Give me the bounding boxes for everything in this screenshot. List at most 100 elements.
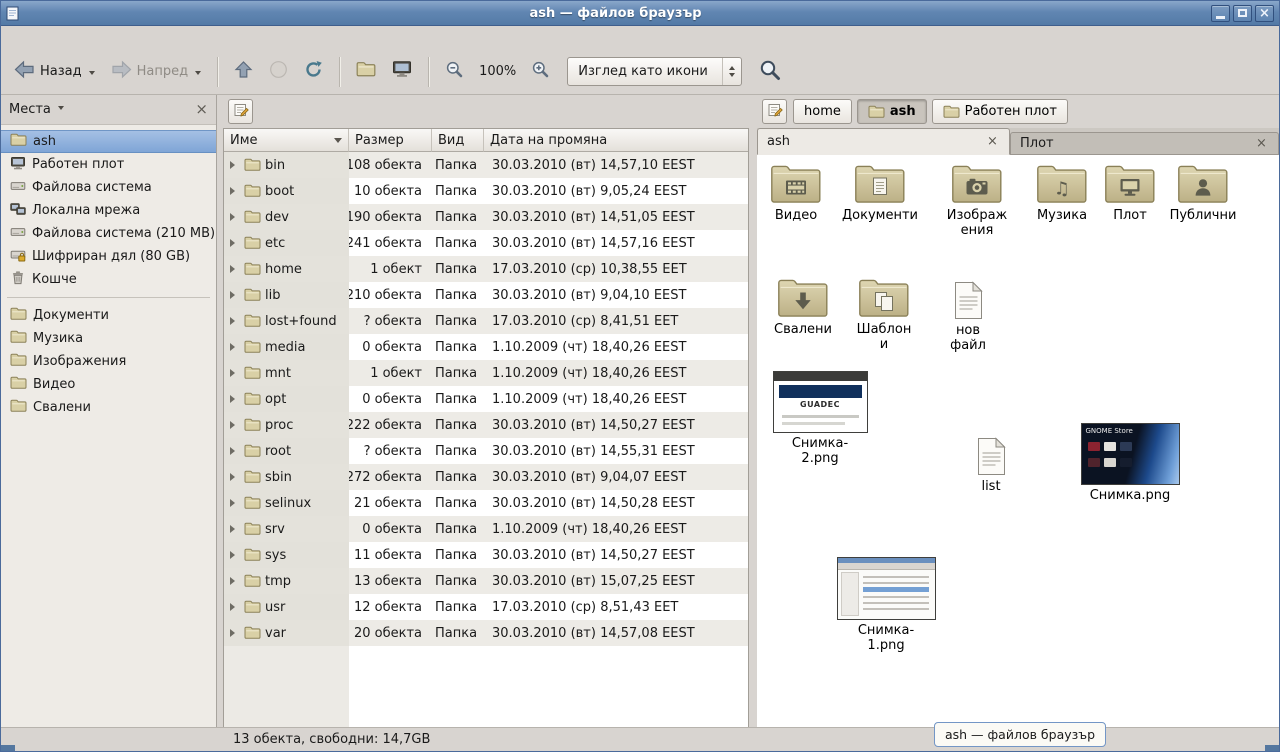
expander-icon[interactable] xyxy=(230,447,239,455)
places-selector[interactable]: Места xyxy=(9,102,64,117)
table-row[interactable]: root ? обекта Папка 30.03.2010 (вт) 14,5… xyxy=(224,438,748,464)
expander-icon[interactable] xyxy=(230,499,239,507)
resize-grip[interactable] xyxy=(1,745,15,751)
sidebar-close-button[interactable]: × xyxy=(195,102,208,117)
sidebar-item[interactable]: Музика xyxy=(1,327,216,350)
table-row[interactable]: tmp 13 обекта Папка 30.03.2010 (вт) 15,0… xyxy=(224,568,748,594)
sidebar-item[interactable]: Локална мрежа xyxy=(1,199,216,222)
menu-item[interactable] xyxy=(59,35,77,41)
table-row[interactable]: mnt 1 обект Папка 1.10.2009 (чт) 18,40,2… xyxy=(224,360,748,386)
tab[interactable]: Плот × xyxy=(1010,132,1279,155)
file-icon-item[interactable]: нов файл xyxy=(935,281,1001,353)
breadcrumb-button[interactable]: Работен плот xyxy=(932,99,1068,124)
table-row[interactable]: sys 11 обекта Папка 30.03.2010 (вт) 14,5… xyxy=(224,542,748,568)
table-row[interactable]: usr 12 обекта Папка 17.03.2010 (ср) 8,51… xyxy=(224,594,748,620)
tab[interactable]: ash × xyxy=(757,128,1010,155)
sidebar-item[interactable]: Кошче xyxy=(1,268,216,291)
menu-item[interactable] xyxy=(95,35,113,41)
close-button[interactable]: × xyxy=(1255,5,1274,22)
menu-item[interactable] xyxy=(77,35,95,41)
menu-item[interactable] xyxy=(23,35,41,41)
breadcrumb-button[interactable]: ash xyxy=(857,99,927,124)
file-icon-item[interactable]: Плот xyxy=(1101,163,1159,223)
table-row[interactable]: lib 210 обекта Папка 30.03.2010 (вт) 9,0… xyxy=(224,282,748,308)
location-toggle-button[interactable] xyxy=(228,99,253,124)
file-icon-item[interactable]: GNOME Store Снимка.png xyxy=(1077,423,1183,503)
expander-icon[interactable] xyxy=(230,291,239,299)
expander-icon[interactable] xyxy=(230,577,239,585)
table-row[interactable]: var 20 обекта Папка 30.03.2010 (вт) 14,5… xyxy=(224,620,748,646)
table-row[interactable]: sbin 272 обекта Папка 30.03.2010 (вт) 9,… xyxy=(224,464,748,490)
home-button[interactable] xyxy=(349,56,383,87)
sidebar-item[interactable]: Документи xyxy=(1,304,216,327)
maximize-button[interactable] xyxy=(1233,5,1252,22)
expander-icon[interactable] xyxy=(230,603,239,611)
file-icon-item[interactable]: Документи xyxy=(835,163,925,223)
column-header[interactable]: Дата на промяна xyxy=(484,129,748,152)
table-row[interactable]: dev 190 обекта Папка 30.03.2010 (вт) 14,… xyxy=(224,204,748,230)
file-icon-item[interactable]: Публични xyxy=(1165,163,1241,223)
sidebar-item[interactable]: Изображения xyxy=(1,350,216,373)
sidebar-item[interactable]: ash xyxy=(1,130,216,153)
sidebar-item[interactable]: Файлова система xyxy=(1,176,216,199)
file-icon-item[interactable]: GUADEC Снимка-2.png xyxy=(769,371,871,466)
expander-icon[interactable] xyxy=(230,161,239,169)
location-toggle-button[interactable] xyxy=(762,99,787,124)
file-icon-item[interactable]: Шаблони xyxy=(851,277,917,352)
computer-button[interactable] xyxy=(385,55,419,88)
search-button[interactable] xyxy=(752,54,788,90)
view-mode-select[interactable]: Изглед като икони xyxy=(567,57,742,86)
tab-close-icon[interactable]: × xyxy=(1254,136,1269,151)
expander-icon[interactable] xyxy=(230,525,239,533)
minimize-button[interactable] xyxy=(1211,5,1230,22)
file-icon-item[interactable]: ♫ Музика xyxy=(1029,163,1095,223)
file-icon-item[interactable]: Видео xyxy=(764,163,828,223)
file-icon-item[interactable]: Снимка-1.png xyxy=(835,557,937,653)
stop-button[interactable] xyxy=(262,55,295,88)
expander-icon[interactable] xyxy=(230,473,239,481)
tab-close-icon[interactable]: × xyxy=(985,134,1000,149)
expander-icon[interactable] xyxy=(230,551,239,559)
table-row[interactable]: etc 241 обекта Папка 30.03.2010 (вт) 14,… xyxy=(224,230,748,256)
pane-splitter[interactable] xyxy=(749,95,757,727)
back-button[interactable]: Назад xyxy=(7,55,102,88)
expander-icon[interactable] xyxy=(230,395,239,403)
column-header[interactable]: Име xyxy=(224,129,349,152)
table-row[interactable]: proc 222 обекта Папка 30.03.2010 (вт) 14… xyxy=(224,412,748,438)
reload-button[interactable] xyxy=(297,55,330,88)
table-row[interactable]: home 1 обект Папка 17.03.2010 (ср) 10,38… xyxy=(224,256,748,282)
menu-item[interactable] xyxy=(41,35,59,41)
forward-button[interactable]: Напред xyxy=(104,55,208,88)
expander-icon[interactable] xyxy=(230,629,239,637)
breadcrumb-button[interactable]: home xyxy=(793,99,852,124)
sidebar-item[interactable]: Видео xyxy=(1,373,216,396)
table-row[interactable]: opt 0 обекта Папка 1.10.2009 (чт) 18,40,… xyxy=(224,386,748,412)
table-row[interactable]: lost+found ? обекта Папка 17.03.2010 (ср… xyxy=(224,308,748,334)
table-row[interactable]: boot 10 обекта Папка 30.03.2010 (вт) 9,0… xyxy=(224,178,748,204)
expander-icon[interactable] xyxy=(230,421,239,429)
expander-icon[interactable] xyxy=(230,343,239,351)
sidebar-item[interactable]: Работен плот xyxy=(1,153,216,176)
icon-view[interactable]: Видео Документи Изображения ♫ Музика Пло… xyxy=(757,155,1279,727)
expander-icon[interactable] xyxy=(230,239,239,247)
resize-grip[interactable] xyxy=(1265,745,1279,751)
table-row[interactable]: selinux 21 обекта Папка 30.03.2010 (вт) … xyxy=(224,490,748,516)
up-button[interactable] xyxy=(227,55,260,88)
zoom-out-button[interactable] xyxy=(438,55,471,88)
table-row[interactable]: media 0 обекта Папка 1.10.2009 (чт) 18,4… xyxy=(224,334,748,360)
zoom-in-button[interactable] xyxy=(524,55,557,88)
column-header[interactable]: Вид xyxy=(432,129,484,152)
table-row[interactable]: bin 108 обекта Папка 30.03.2010 (вт) 14,… xyxy=(224,152,748,178)
back-dropdown-icon[interactable] xyxy=(89,71,95,78)
forward-dropdown-icon[interactable] xyxy=(195,71,201,78)
file-icon-item[interactable]: list xyxy=(965,437,1017,494)
file-icon-item[interactable]: Изображения xyxy=(937,163,1017,238)
sidebar-item[interactable]: Файлова система (210 MB) xyxy=(1,222,216,245)
sidebar-item[interactable]: Свалени xyxy=(1,396,216,419)
table-row[interactable]: srv 0 обекта Папка 1.10.2009 (чт) 18,40,… xyxy=(224,516,748,542)
window-list-button[interactable]: ash — файлов браузър xyxy=(934,722,1106,747)
combo-spinner-icon[interactable] xyxy=(722,58,741,85)
column-header[interactable]: Размер xyxy=(349,129,432,152)
expander-icon[interactable] xyxy=(230,317,239,325)
expander-icon[interactable] xyxy=(230,265,239,273)
